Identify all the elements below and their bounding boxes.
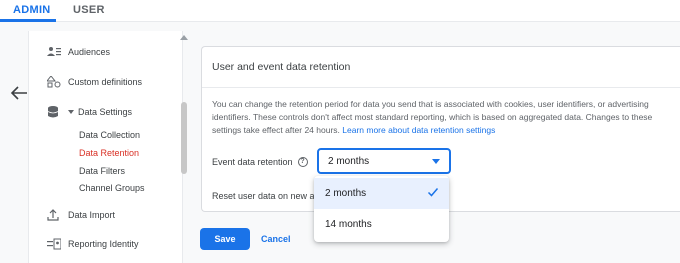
sidebar-subitem-channel-groups[interactable]: Channel Groups — [79, 183, 145, 193]
tab-admin[interactable]: ADMIN — [13, 4, 51, 16]
audiences-icon — [47, 47, 61, 56]
card-title: User and event data retention — [212, 61, 351, 73]
sidebar-item-label: Data Import — [68, 210, 116, 220]
learn-more-link[interactable]: Learn more about data retention settings — [342, 125, 495, 135]
description-line: identifiers. These controls don't affect… — [212, 112, 653, 122]
scroll-up-icon[interactable] — [180, 34, 188, 40]
sidebar-item-data-settings[interactable]: Data Settings — [47, 106, 132, 118]
sidebar-item-label: Audiences — [68, 47, 111, 57]
dropdown-arrow-icon — [432, 159, 440, 164]
divider — [202, 87, 680, 88]
caret-down-icon — [68, 110, 74, 114]
option-2-months[interactable]: 2 months — [314, 178, 449, 209]
database-icon — [47, 106, 59, 118]
option-label: 14 months — [325, 219, 372, 230]
admin-sidebar: Audiences Custom definitions Data Settin… — [28, 31, 183, 263]
help-icon[interactable]: ? — [297, 157, 308, 167]
tab-user[interactable]: USER — [73, 4, 105, 16]
sidebar-item-data-import[interactable]: Data Import — [47, 209, 115, 221]
sidebar-item-label: Reporting Identity — [68, 239, 139, 249]
top-tabs: ADMIN USER — [0, 0, 680, 22]
custom-definitions-icon — [47, 76, 61, 88]
description-text: settings take effect after 24 hours. — [212, 125, 343, 135]
retention-options-menu: 2 months 14 months — [314, 176, 449, 242]
sidebar-item-reporting-identity[interactable]: Reporting Identity — [47, 238, 139, 250]
upload-icon — [47, 209, 59, 221]
sidebar-scrollbar[interactable] — [181, 102, 187, 174]
option-14-months[interactable]: 14 months — [314, 209, 449, 240]
sidebar-item-audiences[interactable]: Audiences — [47, 46, 110, 58]
sidebar-item-label: Custom definitions — [68, 77, 143, 87]
sidebar-subitem-data-retention[interactable]: Data Retention — [79, 148, 139, 158]
back-arrow-icon[interactable] — [8, 84, 30, 102]
reporting-identity-icon — [47, 238, 61, 250]
field-label-text: Event data retention — [212, 157, 293, 167]
check-icon — [427, 188, 439, 197]
description: You can change the retention period for … — [212, 98, 680, 137]
sidebar-item-custom-definitions[interactable]: Custom definitions — [47, 76, 142, 88]
sidebar-item-label: Data Settings — [78, 107, 133, 117]
description-line: You can change the retention period for … — [212, 99, 649, 109]
event-retention-select[interactable]: 2 months — [317, 148, 451, 174]
event-retention-label: Event data retention ? — [212, 157, 308, 167]
save-button[interactable]: Save — [200, 228, 250, 250]
cancel-button[interactable]: Cancel — [261, 234, 291, 244]
description-line: settings take effect after 24 hours. Lea… — [212, 124, 680, 137]
option-label: 2 months — [325, 188, 367, 199]
selected-value: 2 months — [328, 156, 370, 167]
active-tab-indicator — [0, 19, 56, 22]
sidebar-subitem-data-collection[interactable]: Data Collection — [79, 130, 140, 140]
sidebar-subitem-data-filters[interactable]: Data Filters — [79, 166, 125, 176]
